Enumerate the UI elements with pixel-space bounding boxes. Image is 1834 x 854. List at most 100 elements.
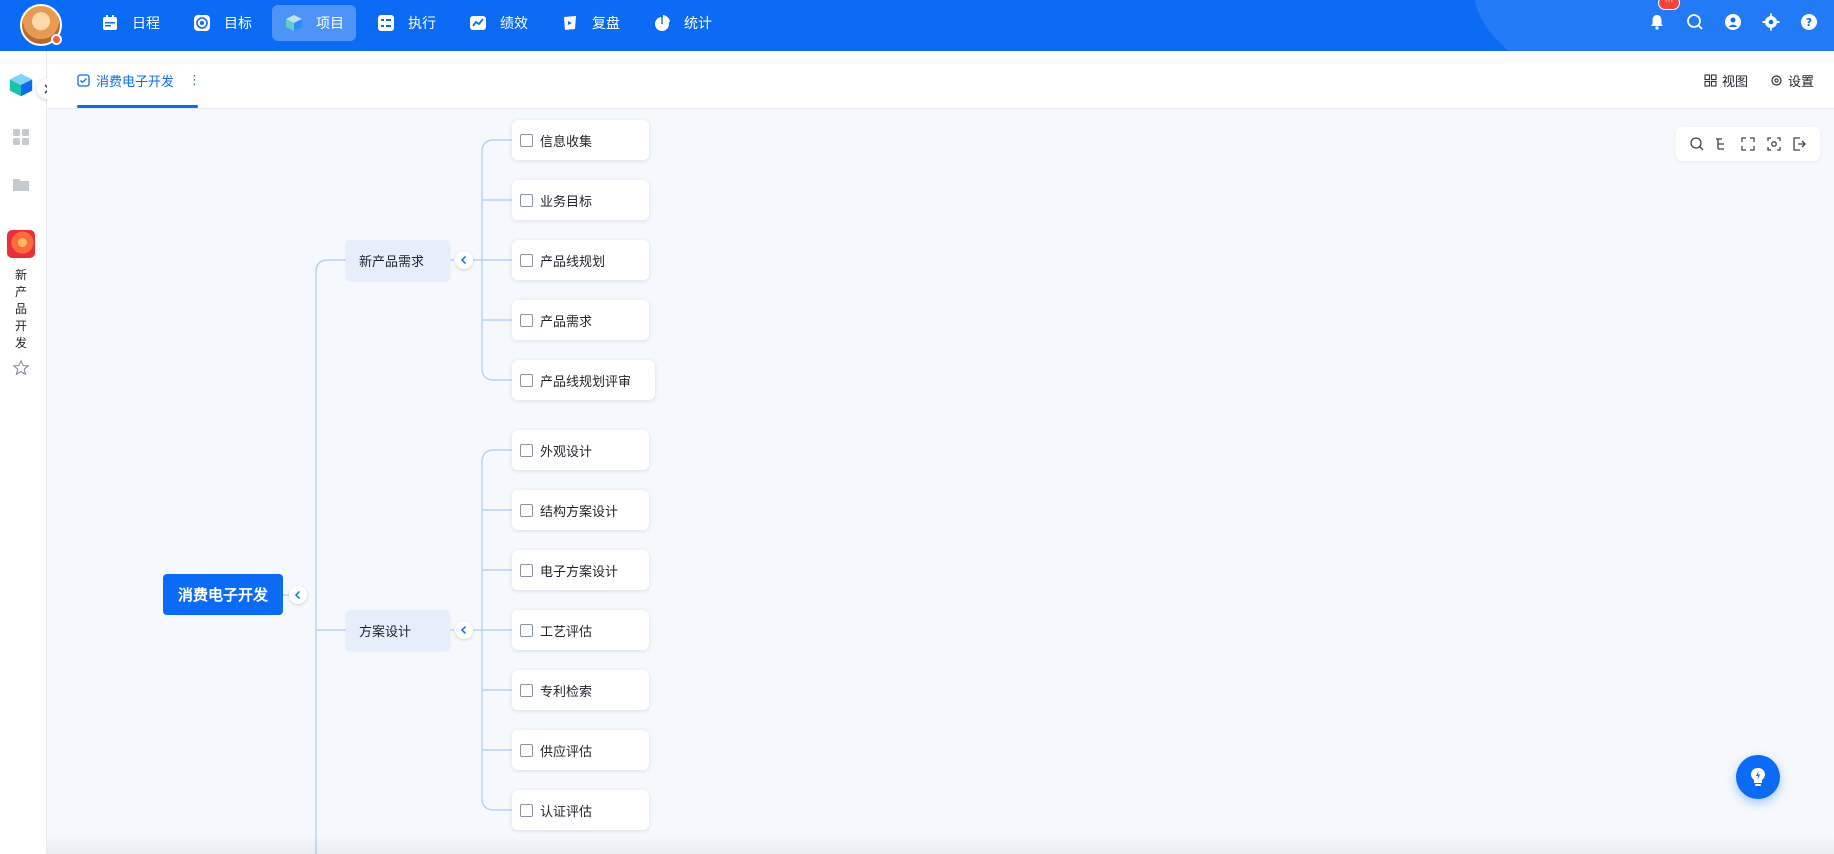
- nav-item-goals[interactable]: 目标: [180, 5, 264, 41]
- user-circle-icon: [1725, 14, 1741, 30]
- chevron-left-icon: [460, 625, 467, 635]
- nav-label: 统计: [684, 16, 712, 32]
- mindmap-root-node[interactable]: 消费电子开发: [163, 574, 283, 615]
- review-icon: [564, 16, 576, 30]
- tab-project[interactable]: 消费电子开发 ⋮: [77, 71, 201, 90]
- nav-item-stats[interactable]: 统计: [640, 5, 724, 41]
- chevron-left-icon: [460, 255, 467, 265]
- fullscreen-icon[interactable]: [1740, 136, 1756, 152]
- canvas-toolbar: [1676, 127, 1820, 161]
- account-button[interactable]: [1722, 11, 1744, 33]
- project-thumbnail[interactable]: [7, 230, 35, 258]
- bell-icon: [1651, 15, 1663, 30]
- view-grid-icon: [1704, 74, 1717, 87]
- pie-chart-icon: [655, 15, 670, 31]
- lightbulb-icon: [1751, 768, 1765, 786]
- help-button[interactable]: ?: [1798, 11, 1820, 33]
- folder-icon[interactable]: [11, 174, 31, 194]
- projects-cube-icon[interactable]: [7, 71, 35, 99]
- settings-gear-icon: [1771, 75, 1782, 86]
- nav-item-performance[interactable]: 绩效: [456, 5, 540, 41]
- task-checkbox[interactable]: [520, 744, 533, 757]
- view-label: 视图: [1721, 75, 1748, 90]
- assistant-fab-button[interactable]: [1736, 755, 1780, 799]
- task-checkbox[interactable]: [520, 314, 533, 327]
- calendar-icon: [103, 15, 117, 30]
- task-node[interactable]: 产品线规划: [512, 240, 649, 280]
- task-node[interactable]: 信息收集: [512, 120, 649, 160]
- task-node[interactable]: 产品线规划评审: [512, 360, 655, 400]
- task-node[interactable]: 结构方案设计: [512, 490, 649, 530]
- sidebar-project-label[interactable]: 新产品开发: [12, 267, 30, 352]
- nav-item-schedule[interactable]: 日程: [88, 5, 172, 41]
- task-node[interactable]: 供应评估: [512, 730, 649, 770]
- project-tab-bar: 消费电子开发 ⋮ 视图 设置: [47, 51, 1834, 109]
- task-label: 信息收集: [540, 134, 593, 150]
- task-node[interactable]: 认证评估: [512, 790, 649, 830]
- task-checkbox[interactable]: [520, 684, 533, 697]
- svg-text:?: ?: [1806, 16, 1812, 29]
- search-icon: [1687, 14, 1703, 30]
- mindmap-connectors: [283, 139, 512, 854]
- branch-collapse-button[interactable]: [455, 251, 473, 269]
- task-checkbox[interactable]: [520, 564, 533, 577]
- top-right-actions: ?: [1646, 11, 1820, 33]
- task-checkbox[interactable]: [520, 504, 533, 517]
- task-label: 业务目标: [540, 194, 593, 210]
- task-label: 产品需求: [540, 314, 593, 330]
- task-checkbox[interactable]: [520, 804, 533, 817]
- check-square-icon: [77, 74, 90, 87]
- cube-icon: [286, 15, 302, 31]
- notification-button[interactable]: [1646, 11, 1668, 33]
- search-button[interactable]: [1684, 11, 1706, 33]
- task-checkbox[interactable]: [520, 444, 533, 457]
- view-button[interactable]: 视图: [1704, 71, 1748, 90]
- nav-item-review[interactable]: 复盘: [548, 5, 632, 41]
- nav-label: 日程: [132, 16, 160, 32]
- task-node[interactable]: 专利检索: [512, 670, 649, 710]
- user-avatar[interactable]: [20, 4, 62, 46]
- task-label: 工艺评估: [540, 624, 593, 640]
- performance-icon: [470, 16, 486, 30]
- target-icon: [194, 15, 210, 31]
- tree-structure-icon[interactable]: [1714, 136, 1730, 152]
- branch-collapse-button[interactable]: [455, 621, 473, 639]
- task-checkbox[interactable]: [520, 374, 533, 387]
- task-checkbox[interactable]: [520, 134, 533, 147]
- task-node[interactable]: 电子方案设计: [512, 550, 649, 590]
- nav-item-projects[interactable]: 项目: [272, 5, 356, 41]
- exit-icon[interactable]: [1791, 136, 1807, 152]
- bottom-edge-shadow: [47, 836, 1834, 854]
- settings-tab-button[interactable]: 设置: [1770, 71, 1814, 90]
- star-icon[interactable]: [12, 359, 30, 377]
- task-node[interactable]: 产品需求: [512, 300, 649, 340]
- top-nav-bar: 日程 目标 项目 执行 绩效 复盘 统计 ?: [0, 0, 1834, 51]
- task-label: 认证评估: [540, 804, 593, 820]
- task-checkbox[interactable]: [520, 254, 533, 267]
- zoom-search-icon[interactable]: [1689, 136, 1705, 152]
- task-checkbox[interactable]: [520, 624, 533, 637]
- root-collapse-button[interactable]: [289, 586, 307, 604]
- apps-grid-icon[interactable]: [11, 127, 31, 147]
- nav-item-execute[interactable]: 执行: [364, 5, 448, 41]
- task-node[interactable]: 外观设计: [512, 430, 649, 470]
- chevron-left-icon: [294, 590, 301, 600]
- task-label: 产品线规划: [540, 254, 606, 270]
- nav-label: 目标: [224, 16, 252, 32]
- focus-center-icon[interactable]: [1766, 136, 1782, 152]
- task-node[interactable]: 工艺评估: [512, 610, 649, 650]
- branch-node[interactable]: 方案设计: [346, 610, 450, 650]
- settings-label: 设置: [1787, 75, 1814, 90]
- tab-more-button[interactable]: ⋮: [188, 73, 201, 88]
- nav-label: 执行: [408, 16, 436, 32]
- nav-label: 项目: [316, 16, 344, 32]
- nav-label: 复盘: [592, 16, 620, 32]
- branch-node[interactable]: 新产品需求: [346, 240, 450, 280]
- tab-title: 消费电子开发: [96, 75, 175, 90]
- settings-button[interactable]: [1760, 11, 1782, 33]
- task-label: 产品线规划评审: [540, 374, 632, 390]
- task-node[interactable]: 业务目标: [512, 180, 649, 220]
- task-checkbox[interactable]: [520, 194, 533, 207]
- task-label: 专利检索: [540, 684, 593, 700]
- help-icon: ?: [1801, 14, 1817, 30]
